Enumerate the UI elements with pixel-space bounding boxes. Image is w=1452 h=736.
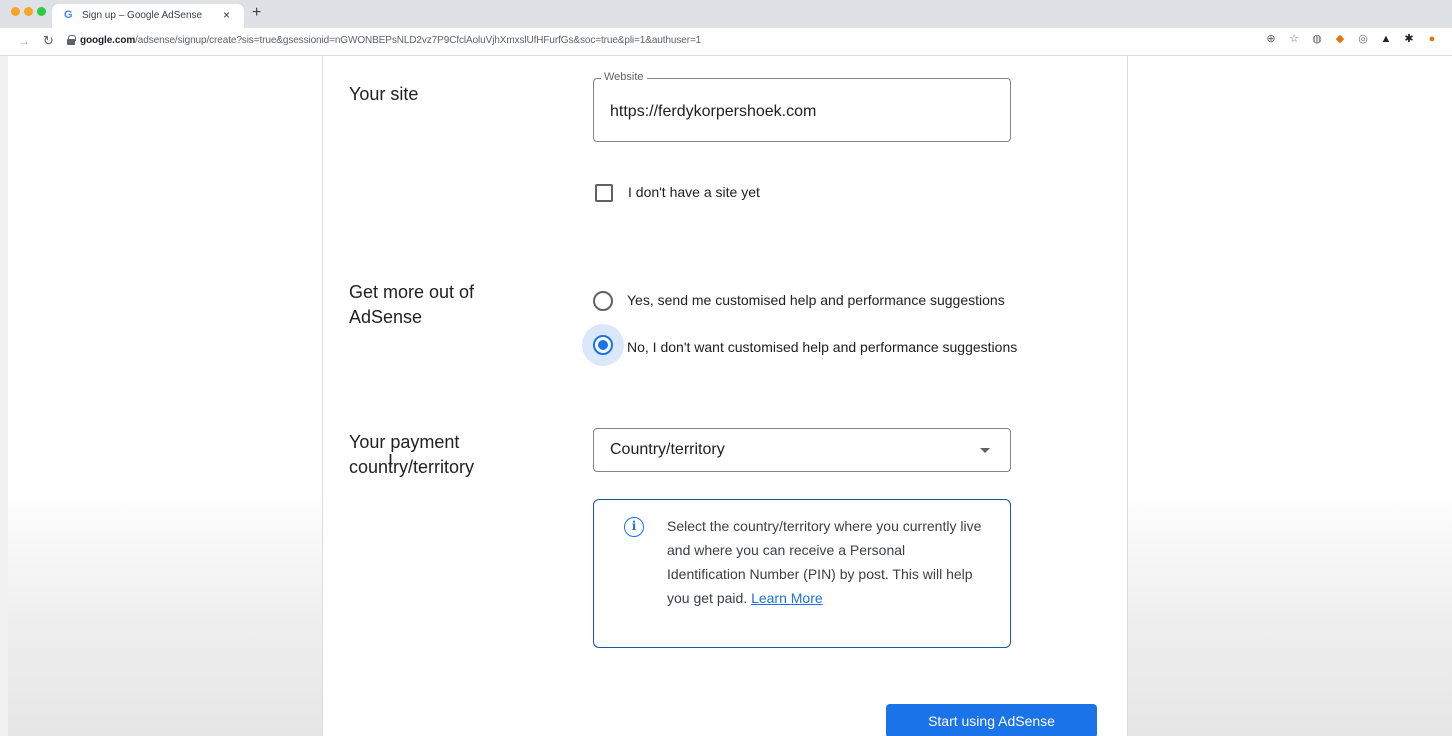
tab-close-icon[interactable]: × — [223, 8, 230, 22]
payment-country-label: Your payment country/territory — [349, 430, 474, 480]
zoom-icon[interactable]: ⊕ — [1265, 33, 1277, 45]
reload-icon[interactable]: ↻ — [43, 33, 54, 49]
adsense-help-label-line2: AdSense — [349, 307, 423, 327]
your-site-label: Your site — [349, 84, 419, 104]
no-site-checkbox-label[interactable]: I don't have a site yet — [628, 184, 760, 200]
website-field-value[interactable]: https://ferdykorpershoek.com — [610, 103, 816, 121]
adsense-help-label: Get more out of AdSense — [349, 280, 474, 330]
radio-yes-label[interactable]: Yes, send me customised help and perform… — [627, 292, 1005, 308]
extension-icon-4[interactable]: ▲ — [1380, 33, 1392, 45]
puzzle-icon[interactable]: ✱ — [1403, 33, 1415, 45]
dropdown-caret-icon — [980, 448, 990, 453]
page-viewport: Your site Website https://ferdykorpersho… — [0, 56, 1452, 736]
radio-yes-suggestions[interactable] — [593, 291, 613, 311]
payment-country-label-line2: country/territory — [349, 457, 475, 477]
website-field[interactable]: Website https://ferdykorpershoek.com — [593, 71, 1011, 142]
browser-tab-active[interactable]: G Sign up – Google AdSense × — [52, 4, 244, 28]
country-select-value: Country/territory — [610, 441, 725, 458]
toolbar-icons: ⊕ ☆ ◍ ◆ ◎ ▲ ✱ ● — [1265, 33, 1438, 45]
signup-form-card: Your site Website https://ferdykorpersho… — [322, 56, 1128, 736]
browser-tab-bar: G Sign up – Google AdSense × + — [0, 0, 1452, 28]
window-minimize-button[interactable] — [24, 7, 33, 16]
info-icon: i — [624, 517, 644, 537]
address-bar: → ↻ google.com/adsense/signup/create?sis… — [0, 28, 1452, 56]
country-select[interactable]: Country/territory — [593, 428, 1011, 472]
radio-no-label[interactable]: No, I don't want customised help and per… — [627, 339, 1017, 355]
extension-icon-3[interactable]: ◎ — [1357, 33, 1369, 45]
radio-no-suggestions[interactable] — [593, 335, 613, 355]
left-edge — [0, 56, 8, 736]
start-using-adsense-button[interactable]: Start using AdSense — [886, 704, 1097, 736]
adsense-help-label-line1: Get more out of — [349, 282, 475, 302]
website-field-legend: Website — [601, 71, 647, 83]
learn-more-link[interactable]: Learn More — [751, 590, 823, 606]
lock-icon[interactable] — [67, 35, 76, 45]
extension-icon-2[interactable]: ◆ — [1334, 33, 1346, 45]
payment-info-message: Select the country/territory where you c… — [667, 518, 982, 606]
extension-icon-1[interactable]: ◍ — [1311, 33, 1323, 45]
text-cursor-icon: I — [388, 451, 394, 471]
window-close-button[interactable] — [11, 7, 20, 16]
forward-arrow-icon[interactable]: → — [18, 34, 30, 48]
new-tab-button[interactable]: + — [252, 4, 261, 22]
star-icon[interactable]: ☆ — [1288, 33, 1300, 45]
window-maximize-button[interactable] — [37, 7, 46, 16]
payment-country-label-line1: Your payment — [349, 432, 460, 452]
payment-info-box: i Select the country/territory where you… — [593, 499, 1011, 648]
url-host: google.com — [80, 35, 136, 46]
tab-title: Sign up – Google AdSense — [82, 10, 203, 21]
url-field[interactable]: google.com/adsense/signup/create?sis=tru… — [80, 35, 701, 46]
no-site-checkbox[interactable] — [595, 184, 613, 202]
payment-info-text: Select the country/territory where you c… — [667, 514, 987, 610]
profile-icon[interactable]: ● — [1426, 33, 1438, 45]
url-path: /adsense/signup/create?sis=true&gsession… — [135, 35, 702, 46]
google-favicon-icon: G — [64, 9, 73, 21]
